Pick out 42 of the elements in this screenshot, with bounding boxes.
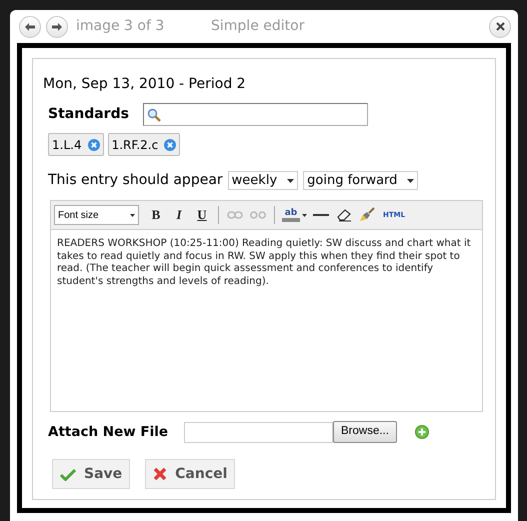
left-arrow-icon [25,22,35,30]
duration-select[interactable]: going forward [303,171,418,190]
brush-icon [359,207,375,223]
highlight-button[interactable]: ab [280,204,309,226]
line-icon [313,214,329,216]
next-button[interactable] [46,16,68,38]
schedule-label: This entry should appear [48,171,223,190]
browse-button[interactable]: Browse... [333,421,397,443]
checkmark-icon [60,468,76,480]
remove-tag-icon[interactable] [88,138,100,150]
tag-label: 1.L.4 [52,136,82,154]
search-icon [146,108,161,122]
save-button[interactable]: Save [52,459,130,489]
cross-icon [153,467,168,481]
standards-search-field[interactable] [142,103,368,126]
chain-link-icon [227,210,243,220]
bold-button[interactable]: B [145,204,167,226]
italic-button[interactable]: I [168,204,190,226]
dialog-title: Simple editor [211,17,304,36]
caret-icon [302,214,307,216]
font-size-select[interactable]: Font size [54,205,139,225]
file-path-field[interactable] [184,422,333,442]
close-button[interactable] [489,16,511,38]
caret-icon [287,178,294,182]
image-counter: image 3 of 3 [76,17,166,36]
frequency-select[interactable]: weekly [228,171,298,190]
attach-label: Attach New File [48,422,170,442]
caret-icon [407,178,414,182]
cancel-button[interactable]: Cancel [145,459,236,489]
broken-chain-icon [250,210,266,220]
entry-heading: Mon, Sep 13, 2010 - Period 2 [43,75,247,94]
caret-icon [130,214,135,216]
editor-text[interactable]: READERS WORKSHOP (10:25-11:00) Reading quietly: SW discuss and chart what it takes to read quietly and focus in RW. SW apply this when they find their spot to read. (The teacher will begin quick assessment and conferences to identify student's strengths and levels of reading). [51,230,482,411]
close-icon [496,22,504,31]
tag-label: 1.RF.2.c [112,136,158,154]
standards-label: Standards [48,105,129,124]
right-arrow-icon [52,22,62,30]
add-icon[interactable] [414,425,429,439]
underline-button[interactable]: U [191,204,213,226]
previous-button[interactable] [19,16,41,38]
eraser-icon [336,208,352,222]
remove-tag-icon[interactable] [164,138,176,150]
